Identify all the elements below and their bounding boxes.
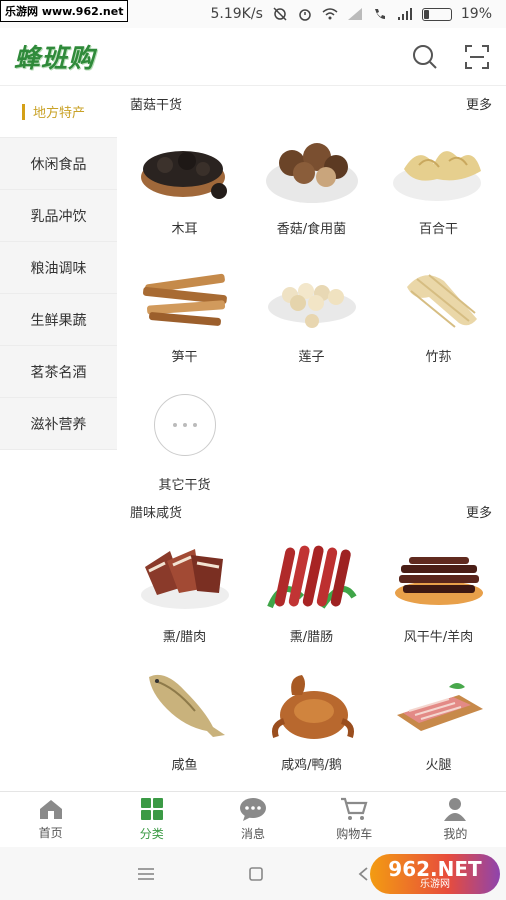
sidebar-item-local-specialties[interactable]: 地方特产 <box>0 86 117 138</box>
category-cell-cured-sausage[interactable]: 熏/腊肠 <box>248 528 375 656</box>
menu-icon[interactable] <box>137 867 155 881</box>
sidebar-item-tea-wine[interactable]: 茗茶名酒 <box>0 346 117 398</box>
sync-off-icon <box>273 7 287 21</box>
category-cell-dried-bamboo[interactable]: 笋干 <box>121 248 248 376</box>
category-cell-salted-poultry[interactable]: 咸鸡/鸭/鹅 <box>248 656 375 784</box>
scan-button[interactable] <box>462 42 492 72</box>
message-icon <box>240 798 266 821</box>
signal-off-icon <box>347 8 362 20</box>
dried-beef-image <box>384 534 494 620</box>
wifi-icon <box>322 8 338 20</box>
section-title: 菌菇干货 <box>130 97 183 113</box>
back-icon[interactable] <box>357 866 369 882</box>
alarm-icon <box>299 9 311 21</box>
battery-icon <box>421 7 452 21</box>
category-icon <box>140 798 163 820</box>
watermark-logo: 962.NET 乐游网 <box>370 854 500 894</box>
sidebar-item-snacks[interactable]: 休闲食品 <box>0 138 117 190</box>
category-cell-shiitake[interactable]: 香菇/食用菌 <box>248 120 375 248</box>
profile-icon <box>444 798 467 821</box>
category-cell-lotus-seed[interactable]: 莲子 <box>248 248 375 376</box>
category-cell-other-dried[interactable]: 其它干货 <box>121 376 248 504</box>
category-cell-ham[interactable]: 火腿 <box>375 656 502 784</box>
section-header: 菌菇干货 更多 <box>117 86 506 120</box>
category-cell-wood-ear[interactable]: 木耳 <box>121 120 248 248</box>
tab-home[interactable]: 首页 <box>0 792 101 847</box>
active-indicator <box>22 103 25 120</box>
bottom-tab-bar: 首页 分类 消息 购物车 我的 <box>0 791 506 847</box>
category-content: 菌菇干货 更多 木耳 香菇/食用菌 百合干 笋干 莲子 竹荪 其它干货 腊味咸货… <box>117 86 506 791</box>
sidebar-item-grain-oil[interactable]: 粮油调味 <box>0 242 117 294</box>
cured-pork-image <box>130 534 240 620</box>
app-logo: 蜂班购 <box>14 44 96 74</box>
battery-percent: 19% <box>460 6 492 22</box>
product-grid: 木耳 香菇/食用菌 百合干 笋干 莲子 竹荪 其它干货 <box>117 120 506 504</box>
more-link[interactable]: 更多 <box>466 94 492 113</box>
category-cell-dried-beef[interactable]: 风干牛/羊肉 <box>375 528 502 656</box>
call-icon <box>374 9 385 19</box>
scan-icon <box>465 44 489 69</box>
tab-category[interactable]: 分类 <box>101 792 202 847</box>
network-speed: 5.19K/s <box>210 6 263 22</box>
tab-profile[interactable]: 我的 <box>405 792 506 847</box>
tab-cart[interactable]: 购物车 <box>304 792 405 847</box>
ham-image <box>384 662 494 748</box>
search-button[interactable] <box>410 42 440 72</box>
app-header: 蜂班购 <box>0 28 506 86</box>
bamboo-fungus-image <box>384 254 494 340</box>
signal-icon <box>397 8 412 20</box>
sidebar-item-dairy-drinks[interactable]: 乳品冲饮 <box>0 190 117 242</box>
category-cell-cured-pork[interactable]: 熏/腊肉 <box>121 528 248 656</box>
shiitake-image <box>257 126 367 212</box>
category-sidebar: 地方特产 休闲食品 乳品冲饮 粮油调味 生鲜果蔬 茗茶名酒 滋补营养 <box>0 86 117 450</box>
cured-sausage-image <box>257 534 367 620</box>
home-square-icon[interactable] <box>248 866 264 882</box>
dried-bamboo-image <box>130 254 240 340</box>
cart-icon <box>341 797 368 820</box>
sidebar-item-nutrition[interactable]: 滋补营养 <box>0 398 117 450</box>
category-cell-bamboo-fungus[interactable]: 竹荪 <box>375 248 502 376</box>
tab-messages[interactable]: 消息 <box>202 792 303 847</box>
salted-fish-image <box>130 662 240 748</box>
dried-lily-image <box>384 126 494 212</box>
more-link[interactable]: 更多 <box>466 502 492 521</box>
section-title: 腊味咸货 <box>130 505 183 521</box>
more-dots-icon <box>153 394 216 456</box>
watermark-top: 乐游网 www.962.net <box>0 0 129 22</box>
sidebar-item-fresh-produce[interactable]: 生鲜果蔬 <box>0 294 117 346</box>
category-cell-salted-fish[interactable]: 咸鱼 <box>121 656 248 784</box>
salted-poultry-image <box>257 662 367 748</box>
category-cell-dried-lily[interactable]: 百合干 <box>375 120 502 248</box>
wood-ear-image <box>130 126 240 212</box>
search-icon <box>413 44 437 69</box>
lotus-seed-image <box>257 254 367 340</box>
product-grid: 熏/腊肉 熏/腊肠 风干牛/羊肉 咸鱼 咸鸡/鸭/鹅 火腿 <box>117 528 506 784</box>
home-icon <box>39 800 62 819</box>
